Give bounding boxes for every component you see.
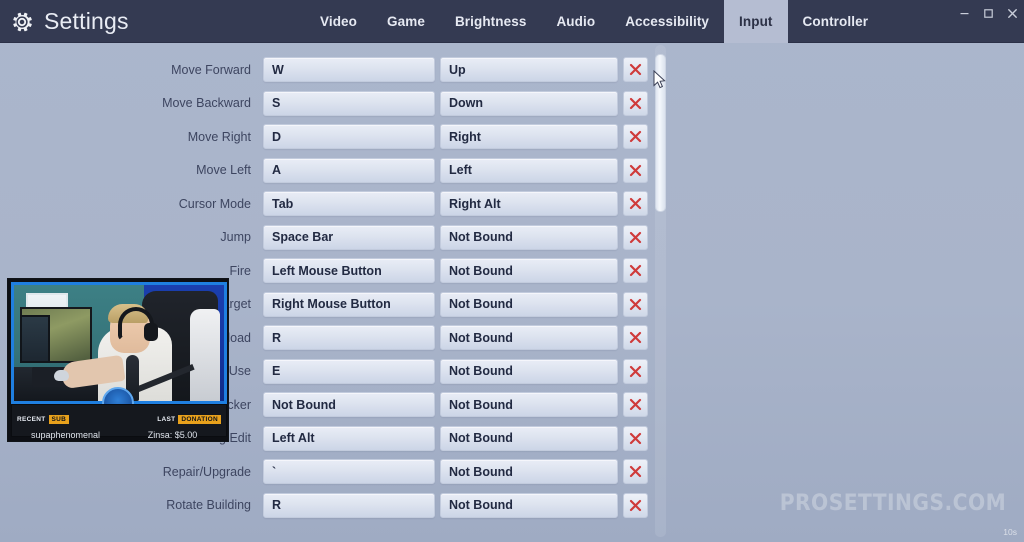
page-title: Settings <box>44 8 129 34</box>
binding-primary-field[interactable]: D <box>263 124 435 150</box>
maximize-icon[interactable] <box>983 8 994 19</box>
tab-input[interactable]: Input <box>724 0 788 43</box>
recent-sub-tag: RECENT SUB <box>17 415 70 424</box>
binding-secondary-field[interactable]: Not Bound <box>440 258 618 284</box>
last-donation-value: Zinsa: $5.00 <box>147 430 198 440</box>
binding-primary-field[interactable]: Not Bound <box>263 392 435 418</box>
last-donation-label: LAST <box>157 416 176 423</box>
clear-binding-button[interactable] <box>623 224 648 250</box>
scene-headphone-earcup <box>144 323 158 341</box>
binding-primary-field[interactable]: A <box>263 157 435 183</box>
binding-primary-field[interactable]: S <box>263 90 435 116</box>
recent-sub-cell: RECENT SUB supaphenomenal <box>12 405 119 440</box>
binding-secondary-field[interactable]: Not Bound <box>440 325 618 351</box>
clear-binding-button[interactable] <box>623 425 648 451</box>
settings-tabs: Video Game Brightness Audio Accessibilit… <box>305 0 883 43</box>
tab-video[interactable]: Video <box>305 0 372 43</box>
clear-binding-button[interactable] <box>623 392 648 418</box>
binding-action-label: Repair/Upgrade <box>162 464 251 479</box>
title-bar: Settings Video Game Brightness Audio Acc… <box>0 0 1024 43</box>
table-row: Repair/Upgrade ` Not Bound <box>0 455 648 489</box>
clear-binding-button[interactable] <box>623 459 648 485</box>
binding-primary-field[interactable]: ` <box>263 459 435 485</box>
binding-action-label: Jump <box>220 230 251 245</box>
clear-binding-button[interactable] <box>623 191 648 217</box>
recent-sub-badge: SUB <box>48 415 70 424</box>
stream-info-bar: RECENT SUB supaphenomenal LAST DONATION … <box>11 404 227 440</box>
clear-binding-button[interactable] <box>623 90 648 116</box>
scene-chair-side <box>190 309 220 401</box>
binding-secondary-field[interactable]: Up <box>440 57 618 83</box>
table-row: Move Backward S Down <box>0 87 648 121</box>
binding-secondary-field[interactable]: Left <box>440 157 618 183</box>
vertical-scrollbar-track[interactable] <box>655 45 666 537</box>
last-donation-cell: LAST DONATION Zinsa: $5.00 <box>119 405 226 440</box>
settings-window: Settings Video Game Brightness Audio Acc… <box>0 0 1024 542</box>
binding-action-label: Move Right <box>187 129 251 144</box>
binding-action-label: Move Left <box>196 163 251 178</box>
table-row: Rotate Building R Not Bound <box>0 489 648 523</box>
binding-secondary-field[interactable]: Not Bound <box>440 459 618 485</box>
binding-action-label: Rotate Building <box>166 498 251 513</box>
clear-binding-button[interactable] <box>623 325 648 351</box>
tab-accessibility[interactable]: Accessibility <box>610 0 724 43</box>
recent-sub-value: supaphenomenal <box>30 430 101 440</box>
binding-secondary-field[interactable]: Right Alt <box>440 191 618 217</box>
tab-controller[interactable]: Controller <box>788 0 884 43</box>
table-row: Move Forward W Up <box>0 53 648 87</box>
video-timer: 10s <box>1003 527 1017 537</box>
binding-primary-field[interactable]: R <box>263 325 435 351</box>
binding-secondary-field[interactable]: Not Bound <box>440 224 618 250</box>
binding-action-label: Move Forward <box>171 62 251 77</box>
tab-audio[interactable]: Audio <box>541 0 610 43</box>
binding-secondary-field[interactable]: Right <box>440 124 618 150</box>
tab-game[interactable]: Game <box>372 0 440 43</box>
title-bar-brand: Settings <box>9 0 129 43</box>
last-donation-badge: DONATION <box>178 415 221 424</box>
scene-mouse <box>54 370 69 381</box>
table-row: Cursor Mode Tab Right Alt <box>0 187 648 221</box>
tab-brightness[interactable]: Brightness <box>440 0 542 43</box>
binding-primary-field[interactable]: E <box>263 358 435 384</box>
webcam-overlay: RUSH RECENT SUB supaphenomenal LAST DONA… <box>7 278 229 442</box>
binding-primary-field[interactable]: W <box>263 57 435 83</box>
table-row: Move Left A Left <box>0 154 648 188</box>
binding-primary-field[interactable]: Space Bar <box>263 224 435 250</box>
last-donation-tag: LAST DONATION <box>157 415 221 424</box>
vertical-scrollbar-thumb[interactable] <box>655 54 666 212</box>
site-watermark: PROSETTINGS.COM <box>779 491 1006 516</box>
window-controls <box>959 0 1018 26</box>
clear-binding-button[interactable] <box>623 258 648 284</box>
binding-action-label: Fire <box>229 263 251 278</box>
binding-action-label: Cursor Mode <box>178 196 251 211</box>
binding-primary-field[interactable]: Right Mouse Button <box>263 291 435 317</box>
table-row: Jump Space Bar Not Bound <box>0 221 648 255</box>
clear-binding-button[interactable] <box>623 291 648 317</box>
binding-primary-field[interactable]: Left Alt <box>263 425 435 451</box>
clear-binding-button[interactable] <box>623 124 648 150</box>
table-row: Move Right D Right <box>0 120 648 154</box>
binding-primary-field[interactable]: Tab <box>263 191 435 217</box>
clear-binding-button[interactable] <box>623 492 648 518</box>
close-icon[interactable] <box>1007 8 1018 19</box>
binding-action-label: Move Backward <box>162 96 251 111</box>
binding-secondary-field[interactable]: Down <box>440 90 618 116</box>
clear-binding-button[interactable] <box>623 358 648 384</box>
recent-sub-label: RECENT <box>17 416 46 423</box>
webcam-video <box>11 282 227 404</box>
clear-binding-button[interactable] <box>623 157 648 183</box>
binding-secondary-field[interactable]: Not Bound <box>440 358 618 384</box>
binding-primary-field[interactable]: Left Mouse Button <box>263 258 435 284</box>
binding-secondary-field[interactable]: Not Bound <box>440 492 618 518</box>
clear-binding-button[interactable] <box>623 57 648 83</box>
binding-primary-field[interactable]: R <box>263 492 435 518</box>
binding-secondary-field[interactable]: Not Bound <box>440 425 618 451</box>
binding-secondary-field[interactable]: Not Bound <box>440 392 618 418</box>
gear-icon <box>9 9 35 35</box>
binding-secondary-field[interactable]: Not Bound <box>440 291 618 317</box>
webcam-scene <box>14 285 224 401</box>
minimize-icon[interactable] <box>959 8 970 19</box>
scene-second-monitor <box>20 315 50 363</box>
